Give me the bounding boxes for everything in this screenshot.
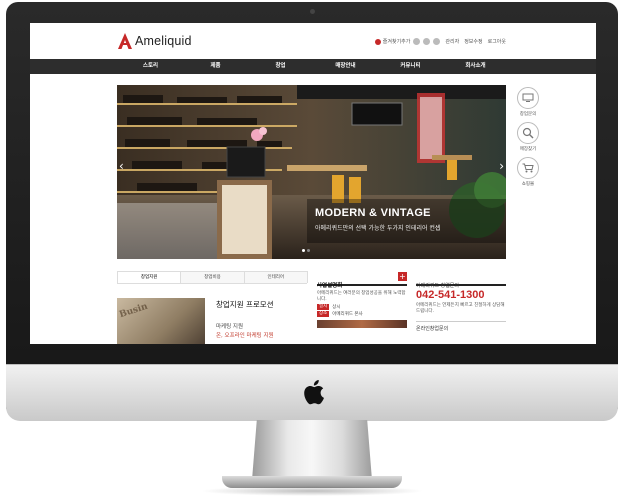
consult-phone[interactable]: 042-541-1300 — [416, 289, 506, 301]
briefing-row-place: 장소 아메리퀴드 본사 — [317, 311, 407, 317]
quick-menu: 창업문의 매장찾기 쇼핑몰 — [514, 87, 542, 192]
nav-item-company[interactable]: 회사소개 — [443, 59, 508, 74]
briefing-title: 사업설명회 — [317, 283, 343, 289]
promo-image[interactable]: Busin — [117, 298, 205, 344]
nav-item-products[interactable]: 제품 — [183, 59, 248, 74]
utility-links: 즐겨찾기추가 관리자 정보수정 로그아웃 — [374, 38, 506, 45]
facebook-icon[interactable] — [413, 38, 421, 45]
site-logo[interactable]: Ameliquid — [118, 32, 192, 50]
site-header: Ameliquid 즐겨찾기추가 관리자 정보수정 로그아웃 — [30, 23, 596, 59]
consult-text: 아메리퀴드는 언제든지 빠르고 친절하게 상담해 드립니다. — [416, 303, 505, 314]
quick-label: 매장찾기 — [519, 147, 537, 152]
quick-circle — [517, 122, 539, 144]
main-nav: 스토리 제품 창업 매장안내 커뮤니티 회사소개 — [30, 59, 596, 74]
tab-interior[interactable]: 인테리어 — [243, 271, 308, 283]
screen: Ameliquid 즐겨찾기추가 관리자 정보수정 로그아웃 스토리 제품 창업… — [30, 23, 596, 344]
briefing-section: 사업설명회 + 아메리퀴드는 여러분의 창업성공을 위해 노력합니다. 일시 상… — [317, 272, 407, 328]
briefing-row-date: 일시 상시 — [317, 304, 407, 310]
nav-item-story[interactable]: 스토리 — [118, 59, 183, 74]
place-value: 아메리퀴드 본사 — [332, 312, 363, 317]
startup-tabs: 창업지원 창업비용 인테리어 — [117, 271, 308, 284]
nav-item-stores[interactable]: 매장안내 — [313, 59, 378, 74]
briefing-header: 사업설명회 + — [317, 272, 407, 289]
hero-subtitle: 아메리퀴드만의 선택 가능한 두가지 인테리어 컨셉 — [315, 225, 441, 232]
hero-next-arrow-icon[interactable]: › — [499, 159, 504, 173]
briefing-text: 아메리퀴드는 여러분의 창업성공을 위해 노력합니다. — [317, 291, 406, 302]
hero-pagination — [301, 249, 311, 252]
monitor-icon — [522, 93, 534, 102]
hero-prev-arrow-icon[interactable]: ‹ — [119, 159, 124, 173]
edit-info-link[interactable]: 정보수정 — [464, 38, 482, 45]
consult-header: 아메리퀴드 창업문의 — [416, 272, 506, 289]
hero-caption: MODERN & VINTAGE 아메리퀴드만의 선택 가능한 두가지 인테리어… — [315, 207, 440, 232]
quick-circle — [517, 87, 539, 109]
briefing-image — [317, 320, 407, 328]
apple-logo-icon — [304, 380, 324, 405]
cart-icon — [522, 163, 534, 173]
imac-stand — [252, 420, 372, 480]
place-badge: 장소 — [317, 311, 330, 317]
quick-label: 창업문의 — [519, 112, 537, 117]
logo-text: Ameliquid — [135, 34, 192, 48]
hero-banner[interactable]: MODERN & VINTAGE 아메리퀴드만의 선택 가능한 두가지 인테리어… — [117, 85, 506, 259]
hero-title: MODERN & VINTAGE — [315, 207, 431, 219]
tab-startup-support[interactable]: 창업지원 — [117, 271, 182, 283]
instagram-icon[interactable] — [433, 38, 441, 45]
online-inquiry-link[interactable]: 온라인창업문의 — [416, 321, 506, 332]
briefing-more-icon[interactable]: + — [398, 272, 407, 281]
stand-shadow — [200, 486, 424, 496]
consult-section: 아메리퀴드 창업문의 042-541-1300 아메리퀴드는 언제든지 빠르고 … — [416, 272, 506, 332]
camera-icon — [310, 9, 315, 14]
tab-startup-cost[interactable]: 창업비용 — [180, 271, 245, 283]
promo-line-online-offline: 온, 오프라인 마케팅 지원 — [216, 333, 274, 339]
promo-image-text: Busin — [118, 301, 150, 321]
hero-dot[interactable] — [302, 249, 305, 252]
quick-item-shop[interactable]: 쇼핑몰 — [514, 157, 542, 187]
favorite-link[interactable]: 즐겨찾기추가 — [383, 38, 411, 45]
logo-mark-icon — [118, 33, 132, 49]
favorite-icon — [374, 38, 381, 45]
nav-item-community[interactable]: 커뮤니티 — [378, 59, 443, 74]
date-badge: 일시 — [317, 304, 330, 310]
date-value: 상시 — [332, 305, 341, 310]
quick-item-store-finder[interactable]: 매장찾기 — [514, 122, 542, 152]
blog-icon[interactable] — [423, 38, 431, 45]
logout-link[interactable]: 로그아웃 — [488, 38, 506, 45]
store-interior-photo — [117, 85, 506, 259]
search-icon — [522, 127, 534, 139]
quick-circle — [517, 157, 539, 179]
quick-label: 쇼핑몰 — [521, 182, 535, 187]
quick-item-inquiry[interactable]: 창업문의 — [514, 87, 542, 117]
hero-dot[interactable] — [307, 249, 310, 252]
promo-title[interactable]: 창업지원 프로모션 — [216, 299, 274, 310]
admin-link[interactable]: 관리자 — [445, 38, 459, 45]
nav-item-startup[interactable]: 창업 — [248, 59, 313, 74]
promo-line-marketing: 마케팅 지원 — [216, 324, 244, 330]
